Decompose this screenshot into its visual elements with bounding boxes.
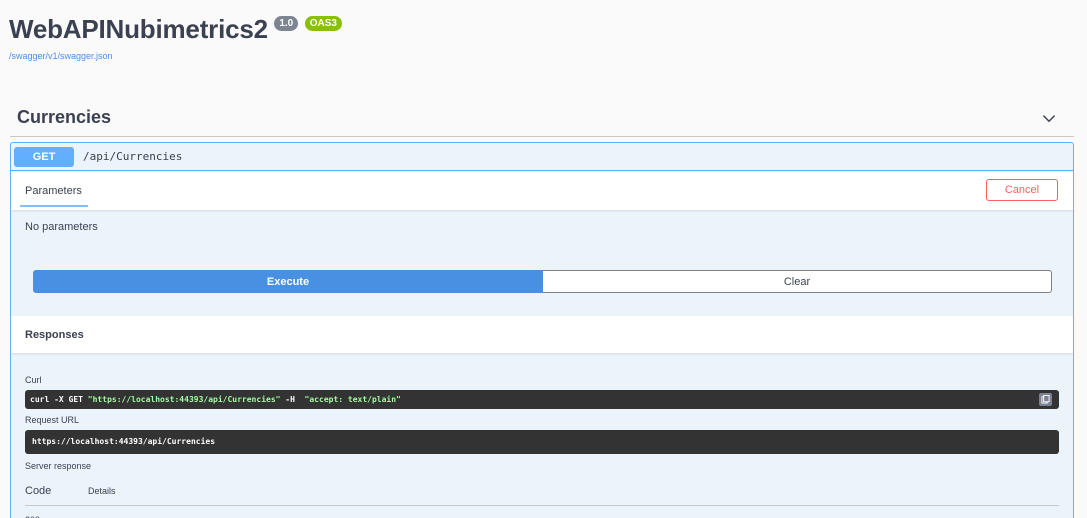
request-url-label: Request URL xyxy=(25,415,80,425)
response-table-header: Code Details xyxy=(25,478,1059,506)
operation-block-get-currencies: GET /api/Currencies Parameters Cancel No… xyxy=(10,142,1074,518)
server-response-label: Server response xyxy=(25,461,92,471)
parameters-header: Parameters Cancel xyxy=(11,172,1073,210)
curl-accept-header: "accept: text/plain" xyxy=(304,395,401,404)
column-details: Details xyxy=(88,486,116,496)
responses-header: Responses xyxy=(11,316,1073,353)
curl-command: curl -X GET "https://localhost:44393/api… xyxy=(25,390,1059,409)
execute-button-group: Execute Clear xyxy=(33,270,1052,293)
curl-header-flag: -H xyxy=(280,395,305,404)
curl-label: Curl xyxy=(25,375,42,385)
tag-section-currencies[interactable]: Currencies xyxy=(10,100,1074,137)
operation-summary[interactable]: GET /api/Currencies xyxy=(11,143,1073,171)
api-info: WebAPINubimetrics2 1.0 OAS3 xyxy=(9,14,342,45)
execute-button[interactable]: Execute xyxy=(33,270,543,293)
oas-badge: OAS3 xyxy=(304,15,342,31)
version-badge: 1.0 xyxy=(274,15,299,31)
tag-name: Currencies xyxy=(17,107,112,127)
chevron-down-icon[interactable] xyxy=(1041,110,1057,126)
column-code: Code xyxy=(25,485,52,497)
curl-prefix: curl -X GET xyxy=(30,395,88,404)
no-parameters-text: No parameters xyxy=(25,221,98,233)
tab-parameters[interactable]: Parameters xyxy=(25,185,82,197)
operation-path: /api/Currencies xyxy=(83,150,183,163)
api-title: WebAPINubimetrics2 xyxy=(9,14,268,44)
http-method-badge: GET xyxy=(14,147,74,167)
copy-to-clipboard-icon[interactable] xyxy=(1039,393,1052,406)
request-url-value: https://localhost:44393/api/Currencies xyxy=(25,430,1059,454)
clear-button[interactable]: Clear xyxy=(543,270,1052,293)
cancel-button[interactable]: Cancel xyxy=(986,179,1058,201)
tab-underline xyxy=(20,205,88,207)
swagger-json-link[interactable]: /swagger/v1/swagger.json xyxy=(9,51,113,61)
curl-url: "https://localhost:44393/api/Currencies" xyxy=(87,395,281,404)
responses-title: Responses xyxy=(25,329,84,341)
